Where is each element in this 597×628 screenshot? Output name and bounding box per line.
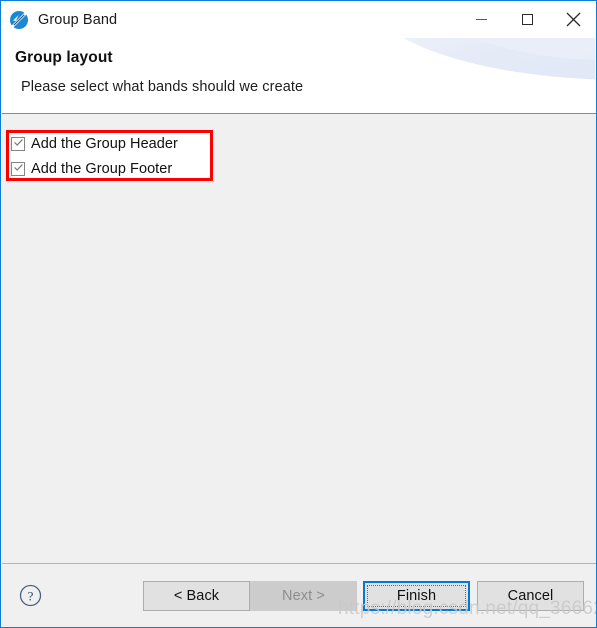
cancel-button[interactable]: Cancel: [477, 581, 584, 611]
minimize-button[interactable]: [458, 1, 504, 38]
checkbox-add-group-footer[interactable]: Add the Group Footer: [11, 158, 172, 180]
title-bar[interactable]: Group Band: [1, 1, 596, 38]
checkbox-box[interactable]: [11, 137, 25, 151]
close-icon: [566, 12, 580, 27]
close-button[interactable]: [550, 1, 596, 38]
checkbox-label: Add the Group Header: [31, 136, 178, 152]
page-description: Please select what bands should we creat…: [21, 79, 304, 95]
svg-text:?: ?: [28, 588, 34, 603]
check-icon: [14, 164, 23, 171]
page-title: Group layout: [15, 49, 113, 66]
back-button[interactable]: < Back: [143, 581, 250, 611]
next-button: Next >: [250, 581, 357, 611]
wizard-content: Add the Group Header Add the Group Foote…: [2, 114, 596, 563]
check-icon: [14, 139, 23, 146]
checkbox-box[interactable]: [11, 162, 25, 176]
checkbox-add-group-header[interactable]: Add the Group Header: [11, 133, 178, 155]
window-title: Group Band: [38, 11, 118, 28]
help-icon[interactable]: ?: [19, 584, 42, 607]
checkbox-label: Add the Group Footer: [31, 161, 173, 177]
maximize-icon: [521, 14, 533, 25]
window-controls: [458, 1, 596, 38]
finish-button[interactable]: Finish: [363, 581, 470, 611]
maximize-button[interactable]: [504, 1, 550, 38]
wizard-header: Group layout Please select what bands sh…: [2, 38, 595, 114]
minimize-icon: [475, 19, 487, 20]
app-band-icon: [9, 10, 29, 30]
finish-button-label: Finish: [396, 588, 437, 604]
group-band-dialog: Group Band Group layout Please select wh…: [0, 0, 597, 628]
